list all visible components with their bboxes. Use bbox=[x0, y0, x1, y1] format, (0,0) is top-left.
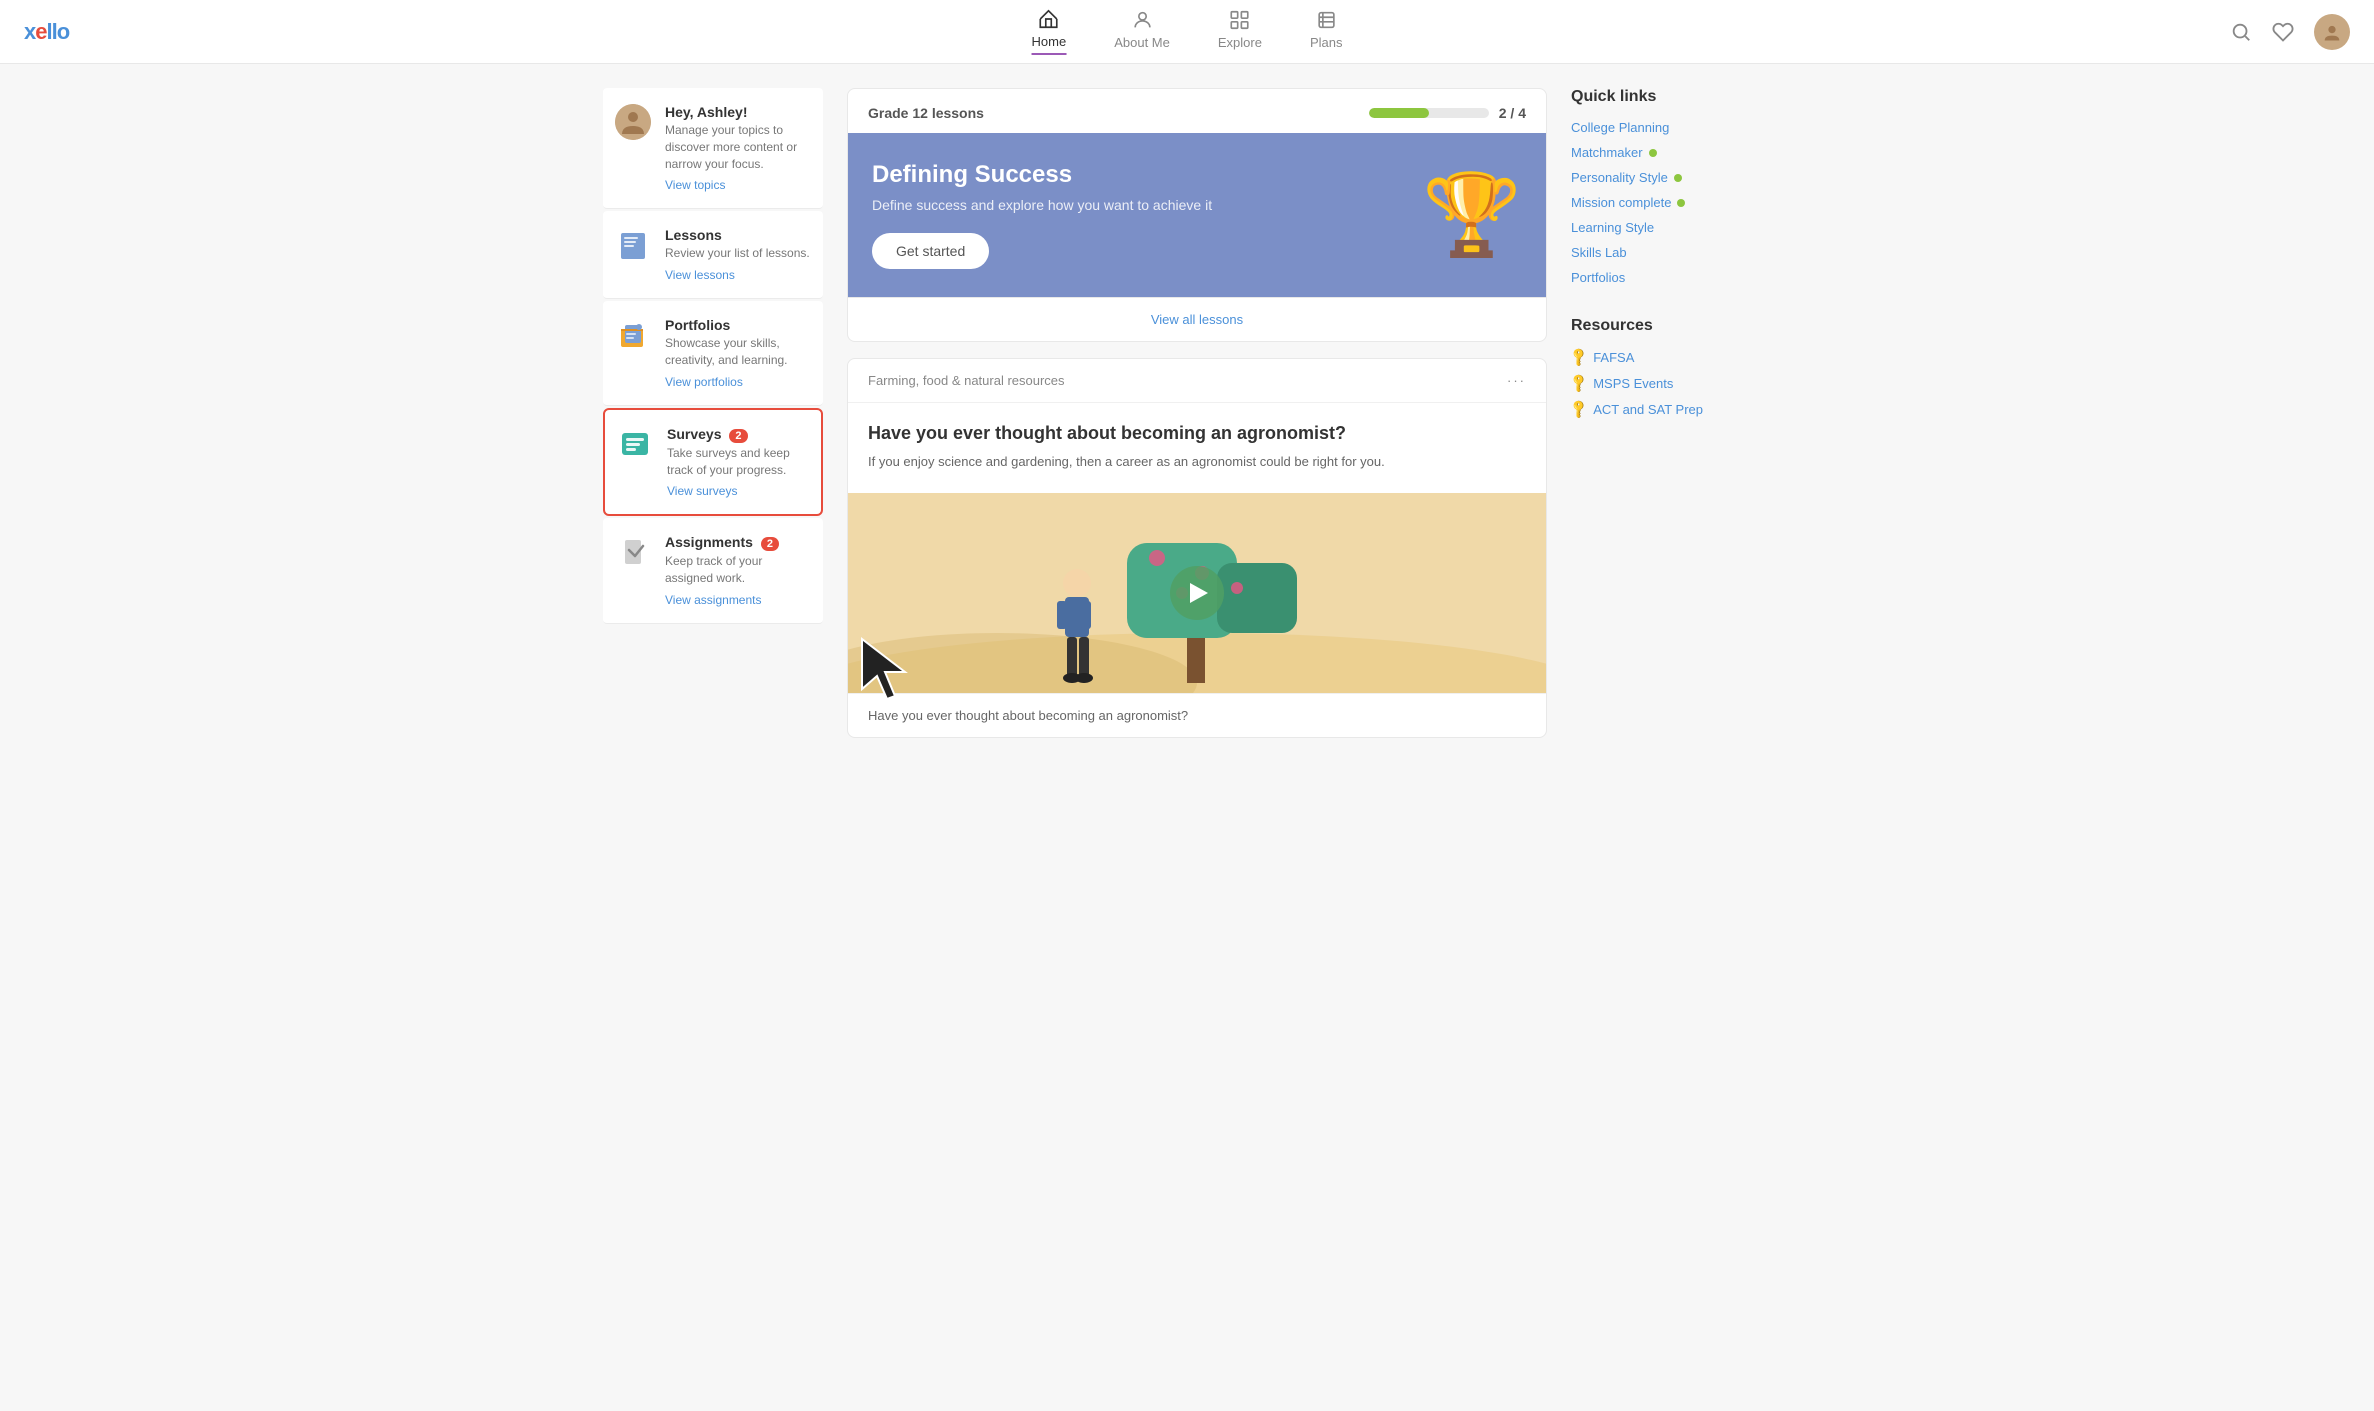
career-tag-row: Farming, food & natural resources ··· bbox=[848, 359, 1546, 403]
career-bottom-text: Have you ever thought about becoming an … bbox=[848, 693, 1546, 737]
lesson-hero-text: Defining Success Define success and expl… bbox=[872, 161, 1212, 269]
progress-fill bbox=[1369, 108, 1429, 118]
logo[interactable]: xello bbox=[24, 19, 69, 45]
ql-matchmaker[interactable]: Matchmaker bbox=[1571, 145, 1771, 160]
personality-complete-dot bbox=[1674, 174, 1682, 182]
nav-home[interactable]: Home bbox=[1032, 8, 1067, 55]
sidebar-surveys[interactable]: Surveys 2 Take surveys and keep track of… bbox=[603, 408, 823, 517]
header: xello Home About Me Explore bbox=[0, 0, 2374, 64]
portfolios-text: Portfolios Showcase your skills, creativ… bbox=[665, 317, 811, 389]
trophy-icon: 🏆 bbox=[1422, 175, 1522, 255]
ql-mission-complete[interactable]: Mission complete bbox=[1571, 195, 1771, 210]
matchmaker-complete-dot bbox=[1649, 149, 1657, 157]
main-nav: Home About Me Explore Plans bbox=[1032, 8, 1343, 55]
res-msps[interactable]: 🔑 MSPS Events bbox=[1571, 375, 1771, 391]
lessons-text: Lessons Review your list of lessons. Vie… bbox=[665, 227, 810, 282]
progress-wrap: 2 / 4 bbox=[1369, 105, 1526, 121]
ql-college-planning[interactable]: College Planning bbox=[1571, 120, 1771, 135]
lessons-icon bbox=[615, 227, 651, 263]
sidebar-portfolios[interactable]: Portfolios Showcase your skills, creativ… bbox=[603, 301, 823, 406]
assignments-icon bbox=[615, 534, 651, 570]
career-card: Farming, food & natural resources ··· Ha… bbox=[847, 358, 1547, 738]
video-thumbnail[interactable] bbox=[848, 493, 1546, 693]
greeting-item: Hey, Ashley! Manage your topics to disco… bbox=[603, 88, 823, 209]
res-fafsa[interactable]: 🔑 FAFSA bbox=[1571, 349, 1771, 365]
lesson-hero: Defining Success Define success and expl… bbox=[848, 133, 1546, 297]
quick-links-heading: Quick links bbox=[1571, 88, 1771, 106]
surveys-badge: 2 bbox=[729, 429, 747, 443]
surveys-text: Surveys 2 Take surveys and keep track of… bbox=[667, 426, 809, 499]
ql-portfolios[interactable]: Portfolios bbox=[1571, 270, 1771, 285]
progress-bar bbox=[1369, 108, 1489, 118]
get-started-button[interactable]: Get started bbox=[872, 233, 989, 269]
nav-plans[interactable]: Plans bbox=[1310, 9, 1343, 54]
ql-skills-lab[interactable]: Skills Lab bbox=[1571, 245, 1771, 260]
progress-text: 2 / 4 bbox=[1499, 105, 1526, 121]
right-sidebar: Quick links College Planning Matchmaker … bbox=[1571, 88, 1771, 738]
ql-personality-style[interactable]: Personality Style bbox=[1571, 170, 1771, 185]
sidebar-lessons[interactable]: Lessons Review your list of lessons. Vie… bbox=[603, 211, 823, 299]
resources-heading: Resources bbox=[1571, 317, 1771, 335]
lessons-card-header: Grade 12 lessons 2 / 4 bbox=[848, 89, 1546, 133]
assignments-text: Assignments 2 Keep track of your assigne… bbox=[665, 534, 811, 607]
nav-about-me[interactable]: About Me bbox=[1114, 9, 1170, 54]
key-icon-3: 🔑 bbox=[1568, 398, 1591, 421]
career-title: Have you ever thought about becoming an … bbox=[868, 423, 1526, 444]
main-content: Hey, Ashley! Manage your topics to disco… bbox=[587, 64, 1787, 762]
surveys-icon bbox=[617, 426, 653, 462]
play-button[interactable] bbox=[1170, 566, 1224, 620]
lesson-desc: Define success and explore how you want … bbox=[872, 197, 1212, 213]
resources-section: Resources 🔑 FAFSA 🔑 MSPS Events 🔑 ACT an… bbox=[1571, 317, 1771, 417]
lessons-card: Grade 12 lessons 2 / 4 Defining Success … bbox=[847, 88, 1547, 342]
res-act-sat[interactable]: 🔑 ACT and SAT Prep bbox=[1571, 401, 1771, 417]
search-icon[interactable] bbox=[2230, 21, 2252, 43]
header-actions bbox=[2230, 14, 2350, 50]
nav-explore[interactable]: Explore bbox=[1218, 9, 1262, 54]
key-icon-2: 🔑 bbox=[1568, 372, 1591, 395]
assignments-badge: 2 bbox=[761, 537, 779, 551]
portfolios-icon bbox=[615, 317, 651, 353]
center-content: Grade 12 lessons 2 / 4 Defining Success … bbox=[847, 88, 1547, 738]
quick-links-section: Quick links College Planning Matchmaker … bbox=[1571, 88, 1771, 285]
lesson-title: Defining Success bbox=[872, 161, 1212, 189]
view-portfolios-link[interactable]: View portfolios bbox=[665, 375, 743, 389]
view-assignments-link[interactable]: View assignments bbox=[665, 593, 762, 607]
view-lessons-link[interactable]: View lessons bbox=[665, 268, 735, 282]
view-all-lessons-link[interactable]: View all lessons bbox=[848, 297, 1546, 341]
key-icon: 🔑 bbox=[1568, 346, 1591, 369]
greeting-text: Hey, Ashley! Manage your topics to disco… bbox=[665, 104, 811, 192]
career-category: Farming, food & natural resources bbox=[868, 373, 1065, 388]
grade-label: Grade 12 lessons bbox=[868, 105, 984, 121]
view-surveys-link[interactable]: View surveys bbox=[667, 484, 737, 498]
greeting-avatar bbox=[615, 104, 651, 140]
view-topics-link[interactable]: View topics bbox=[665, 178, 725, 192]
career-desc: If you enjoy science and gardening, then… bbox=[868, 452, 1526, 473]
favorites-icon[interactable] bbox=[2272, 21, 2294, 43]
more-options-button[interactable]: ··· bbox=[1507, 373, 1526, 388]
user-avatar[interactable] bbox=[2314, 14, 2350, 50]
career-body: Have you ever thought about becoming an … bbox=[848, 403, 1546, 493]
sidebar-assignments[interactable]: Assignments 2 Keep track of your assigne… bbox=[603, 518, 823, 624]
ql-learning-style[interactable]: Learning Style bbox=[1571, 220, 1771, 235]
left-sidebar: Hey, Ashley! Manage your topics to disco… bbox=[603, 88, 823, 738]
mission-complete-dot bbox=[1677, 199, 1685, 207]
